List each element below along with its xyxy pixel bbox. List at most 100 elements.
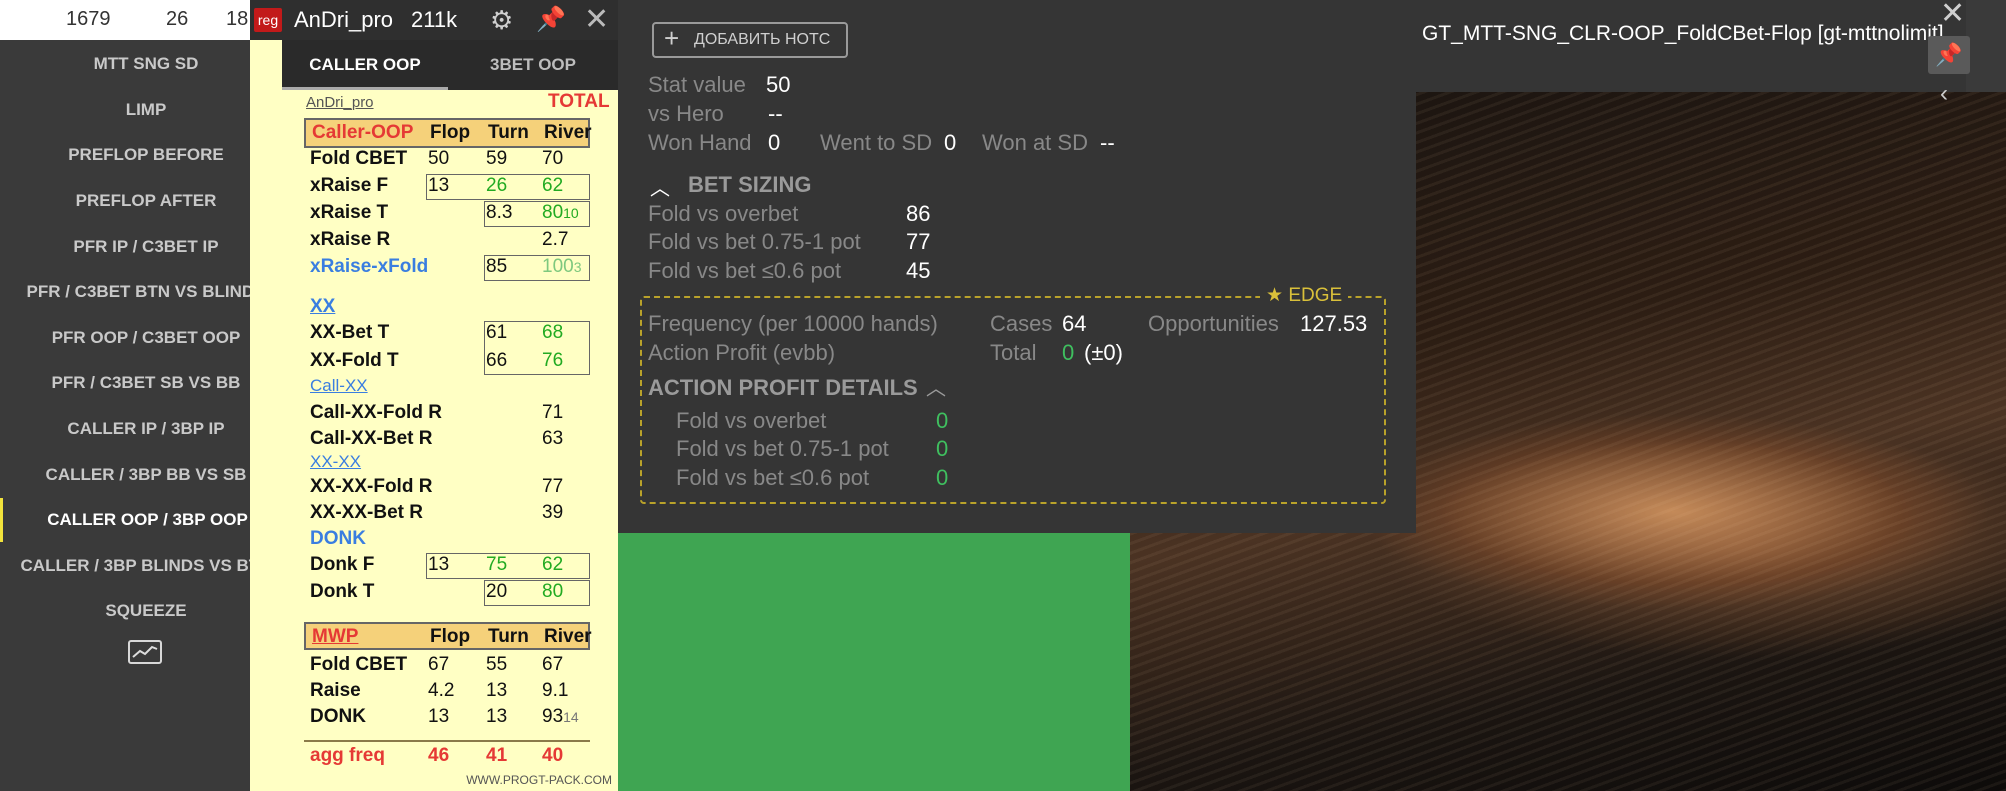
table-felt bbox=[618, 500, 1130, 791]
cell-river: 80 bbox=[542, 581, 564, 602]
cell-river: 71 bbox=[542, 402, 564, 423]
tab-caller-oop[interactable]: CALLER OOP bbox=[282, 40, 448, 90]
frequency-label: Frequency (per 10000 hands) bbox=[648, 311, 938, 336]
hud-panel: reg AnDri_pro 211k ⚙ 📌 ✕ CALLER OOP 3BET… bbox=[250, 0, 618, 791]
col-turn: Turn bbox=[488, 626, 529, 647]
menu-item-mtt-sng-sd[interactable]: MTT SNG SD bbox=[0, 42, 292, 86]
col-flop: Flop bbox=[430, 626, 471, 647]
menu-item-caller-bb[interactable]: CALLER / 3BP BB vs SB bbox=[0, 453, 292, 497]
table-row[interactable]: xRaise T 8.3 8010 bbox=[304, 200, 590, 226]
left-menu: MTT SNG SD LIMP PREFLOP BEFORE PREFLOP A… bbox=[0, 40, 292, 791]
table-row[interactable]: XX-XX-Bet R 39 bbox=[304, 500, 590, 526]
action-profit-details-header[interactable]: ACTION PROFIT DETAILS bbox=[648, 375, 918, 401]
caller-header-row: Caller-OOP Flop Turn River bbox=[304, 118, 592, 148]
menu-item-caller-blinds[interactable]: CALLER / 3BP Blinds vs BTN bbox=[0, 544, 292, 588]
went-sd-label: Went to SD bbox=[820, 130, 933, 155]
table-row[interactable]: xRaise R 2.7 bbox=[304, 227, 590, 253]
cell-river: 63 bbox=[542, 428, 564, 449]
table-row[interactable]: XX-XX-Fold R 77 bbox=[304, 474, 590, 500]
top-stat-2: 26 bbox=[166, 8, 189, 30]
sizing-value: 45 bbox=[906, 258, 931, 283]
sizing-value: 86 bbox=[906, 201, 931, 226]
stats-table: AnDri_pro TOTAL Caller-OOP Flop Turn Riv… bbox=[282, 90, 618, 791]
table-row[interactable]: Call-XX-Fold R 71 bbox=[304, 400, 590, 426]
table-row[interactable]: xRaise F 13 26 62 bbox=[304, 173, 590, 199]
won-hand-label: Won Hand bbox=[648, 130, 752, 155]
row-label: XX-XX-Fold R bbox=[310, 476, 433, 497]
won-sd-label: Won at SD bbox=[982, 130, 1088, 155]
cell-flop: 50 bbox=[428, 148, 450, 169]
stat-title: GT_MTT-SNG_CLR-OOP_FoldCBet-Flop [gt-mtt… bbox=[1422, 22, 1944, 45]
table-row[interactable]: Raise 4.2 13 9.1 bbox=[304, 678, 590, 704]
menu-item-preflop-after[interactable]: PREFLOP AFTER bbox=[0, 179, 292, 223]
col-river: River bbox=[544, 122, 592, 143]
table-row[interactable]: Call-XX-Bet R 63 bbox=[304, 426, 590, 452]
close-icon[interactable]: ✕ bbox=[584, 2, 609, 37]
row-label: xRaise F bbox=[310, 175, 389, 196]
bet-sizing-header[interactable]: BET SIZING bbox=[688, 172, 811, 198]
cell-river: 39 bbox=[542, 502, 564, 523]
table-row[interactable]: Donk F 13 75 62 bbox=[304, 552, 590, 578]
row-label: Raise bbox=[310, 680, 361, 701]
chevron-up-icon[interactable]: ︿ bbox=[926, 372, 946, 401]
tab-3bet-oop[interactable]: 3BET OOP bbox=[448, 40, 618, 90]
row-label: Fold CBET bbox=[310, 148, 408, 169]
pin-icon[interactable]: 📌 bbox=[536, 5, 566, 34]
table-row[interactable]: Fold CBET 67 55 67 bbox=[304, 652, 590, 678]
cell-river: 9.1 bbox=[542, 680, 569, 701]
table-row[interactable]: XX-Bet T 61 68 bbox=[304, 320, 590, 346]
menu-item-preflop-before[interactable]: PREFLOP BEFORE bbox=[0, 133, 292, 177]
row-label: xRaise-xFold bbox=[310, 256, 429, 277]
row-label: Donk T bbox=[310, 581, 375, 602]
cell-turn: 13 bbox=[486, 680, 508, 701]
player-link[interactable]: AnDri_pro bbox=[306, 94, 374, 111]
agg-freq-row[interactable]: agg freq 46 41 40 bbox=[304, 743, 590, 769]
sizing-value: 77 bbox=[906, 229, 931, 254]
row-label: XX-Fold T bbox=[310, 350, 399, 371]
menu-item-limp[interactable]: LIMP bbox=[0, 88, 292, 132]
menu-item-caller-ip[interactable]: CALLER IP / 3BP IP bbox=[0, 407, 292, 451]
menu-item-pfr-oop[interactable]: PFR OOP / C3BET OOP bbox=[0, 316, 292, 360]
pin-icon[interactable]: 📌 bbox=[1928, 36, 1970, 74]
menu-item-squeeze[interactable]: SQUEEZE bbox=[0, 589, 292, 633]
footer-url[interactable]: WWW.PROGT-PACK.COM bbox=[466, 773, 612, 787]
section-header-donk: DONK bbox=[304, 526, 590, 552]
hands-count: 211k bbox=[411, 7, 458, 32]
table-row[interactable]: XX-Fold T 66 76 bbox=[304, 348, 590, 374]
add-notes-button[interactable]: ДОБАВИТЬ НОТС bbox=[652, 22, 848, 58]
menu-item-pfr-ip[interactable]: PFR IP / C3BET IP bbox=[0, 225, 292, 269]
detail-label: Fold vs bet ≤0.6 pot bbox=[676, 465, 870, 490]
close-icon[interactable]: ✕ bbox=[1940, 0, 1965, 31]
cell-turn: 75 bbox=[486, 554, 508, 575]
mwp-header-label[interactable]: MWP bbox=[312, 626, 358, 648]
detail-value: 0 bbox=[936, 408, 949, 433]
col-turn: Turn bbox=[488, 122, 529, 143]
table-row[interactable]: Donk T 20 80 bbox=[304, 579, 590, 605]
chevron-up-icon[interactable]: ︿ bbox=[650, 172, 670, 201]
cell-turn: 26 bbox=[486, 175, 508, 196]
menu-item-pfr-btn[interactable]: PFR / C3BET BTN vs Blinds bbox=[0, 270, 292, 314]
section-label[interactable]: Call-XX bbox=[310, 376, 368, 396]
table-row[interactable]: Fold CBET 50 59 70 bbox=[304, 146, 590, 172]
menu-item-caller-oop[interactable]: CALLER OOP / 3BP OOP bbox=[0, 498, 292, 542]
player-name: AnDri_pro bbox=[294, 7, 394, 32]
chevron-left-icon[interactable]: ‹ bbox=[1940, 80, 1948, 108]
section-header-xx-xx: XX-XX bbox=[304, 450, 590, 476]
table-row[interactable]: DONK 13 13 9314 bbox=[304, 704, 590, 730]
table-row[interactable]: xRaise-xFold 85 1003 bbox=[304, 254, 590, 280]
sizing-label: Fold vs bet 0.75-1 pot bbox=[648, 229, 861, 254]
action-profit-label: Action Profit (evbb) bbox=[648, 340, 836, 365]
row-label: Call-XX-Bet R bbox=[310, 428, 433, 449]
top-stat-3: 18 bbox=[226, 8, 249, 30]
edge-label: ★ EDGE bbox=[1260, 284, 1349, 307]
line-chart-icon[interactable] bbox=[128, 640, 162, 664]
gear-icon[interactable]: ⚙ bbox=[490, 5, 513, 36]
agg-turn: 41 bbox=[486, 745, 508, 766]
section-label[interactable]: DONK bbox=[310, 528, 366, 550]
detail-label: Fold vs overbet bbox=[676, 408, 827, 433]
menu-item-pfr-sb[interactable]: PFR / C3BET SB vs BB bbox=[0, 361, 292, 405]
section-label[interactable]: XX-XX bbox=[310, 452, 361, 472]
cell-turn: 13 bbox=[486, 706, 508, 727]
section-label[interactable]: XX bbox=[310, 296, 335, 318]
cases-value: 64 bbox=[1062, 311, 1087, 336]
